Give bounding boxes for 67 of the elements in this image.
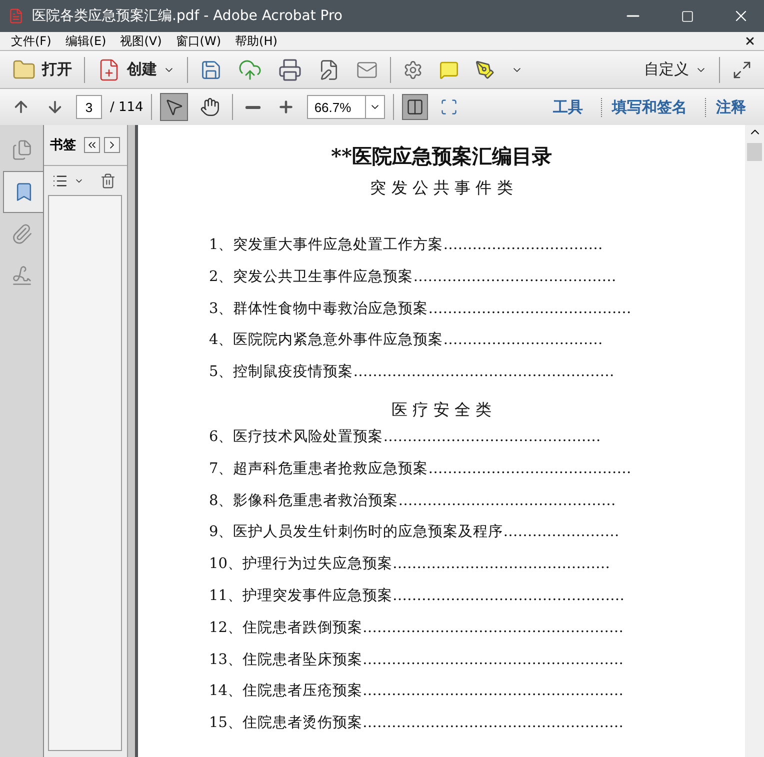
window-title: 医院各类应急预案汇编.pdf - Adobe Acrobat Pro (32, 7, 344, 25)
toc-entry: 9、医护人员发生针刺伤时的应急预案及程序…………………… (209, 522, 620, 542)
toc-entry: 6、医疗技术风险处置预案……………………………………… (209, 428, 602, 447)
zoom-dropdown-button[interactable] (365, 95, 386, 119)
page-total: / 114 (110, 100, 144, 114)
toc-entry: 7、超声科危重患者抢救应急预案…………………………………… (209, 460, 632, 479)
toc-entry: 12、住院患者跌倒预案……………………………………………… (209, 618, 624, 638)
toc-entry: 5、控制鼠疫疫情预案……………………………………………… (209, 362, 616, 382)
task-tab[interactable]: 注释 (705, 98, 756, 116)
collapse-button[interactable] (84, 137, 100, 153)
open-button[interactable]: 打开 (8, 54, 76, 86)
create-button[interactable]: 创建 (93, 54, 179, 86)
scrollbar[interactable] (745, 125, 764, 757)
menu-item[interactable]: 窗口(W) (168, 32, 228, 50)
toc-entry: 10、护理行为过失应急预案……………………………………… (209, 554, 611, 574)
zoom-field[interactable]: 66.7% (307, 95, 366, 119)
task-tab[interactable]: 填写和签名 (601, 98, 697, 116)
expand-panel-button[interactable] (104, 137, 120, 153)
cloud-upload-icon (238, 58, 262, 82)
scroll-thumb[interactable] (747, 143, 762, 161)
paperclip-icon (10, 223, 32, 245)
save-icon (200, 58, 222, 80)
section-heading: 突 发 公 共 事 件 类 (369, 178, 514, 199)
file-pen-icon (318, 58, 340, 80)
settings-icon (403, 60, 423, 80)
panel-title: 书签 (50, 137, 76, 154)
double-chevron-icon (86, 139, 98, 151)
arrow-down-icon (46, 98, 64, 116)
toc-entry: 4、医院院内紧急意外事件应急预案…………………………… (209, 330, 604, 350)
menu-item[interactable]: 编辑(E) (58, 32, 114, 50)
toc-entry: 13、住院患者坠床预案……………………………………………… (209, 650, 624, 670)
side-tab[interactable] (3, 171, 43, 213)
page-layout-icon (406, 98, 424, 116)
toc-entry: 1、突发重大事件应急处置工作方案…………………………… (209, 236, 604, 255)
folder-icon (12, 58, 36, 82)
frame-icon (440, 98, 458, 116)
minimize-icon (625, 15, 641, 17)
toc-entry: 15、住院患者烫伤预案……………………………………………… (209, 714, 624, 734)
menu-item[interactable]: 帮助(H) (228, 32, 284, 50)
pages-icon (10, 139, 32, 161)
toc-entry: 11、护理突发事件应急预案………………………………………… (209, 586, 626, 606)
fit-page-button[interactable] (402, 94, 428, 120)
customize-button[interactable]: 自定义 (640, 56, 711, 83)
toc-entry: 8、影像科危重患者救治预案……………………………………… (209, 492, 617, 511)
hand-icon (200, 97, 220, 117)
toc-entry: 14、住院患者压疮预案……………………………………………… (209, 682, 624, 702)
menu-item[interactable]: 文件(F) (4, 32, 58, 50)
maximize-icon (680, 10, 694, 22)
pointer-icon (164, 97, 184, 117)
printer-icon (278, 58, 302, 82)
task-tab[interactable]: 工具 (543, 98, 593, 116)
speech-bubble-icon (439, 60, 459, 80)
expand-icon (732, 60, 752, 80)
select-tool-button[interactable] (160, 93, 188, 121)
plus-icon (277, 98, 296, 116)
menu-item[interactable]: 视图(V) (113, 32, 169, 50)
document-title: **医院应急预案汇编目录 (330, 143, 553, 170)
close-icon (744, 35, 756, 47)
page-number-field[interactable]: 3 (76, 95, 102, 119)
trash-icon (100, 172, 116, 188)
pen-icon (475, 60, 495, 80)
pdf-file-icon (8, 8, 24, 24)
toc-entry: 2、突发公共卫生事件应急预案…………………………………… (209, 268, 618, 287)
signature-icon (10, 265, 32, 287)
section-heading: 医 疗 安 全 类 (390, 400, 493, 421)
toc-entry: 3、群体性食物中毒救治应急预案…………………………………… (209, 300, 632, 319)
minus-icon (245, 106, 262, 108)
